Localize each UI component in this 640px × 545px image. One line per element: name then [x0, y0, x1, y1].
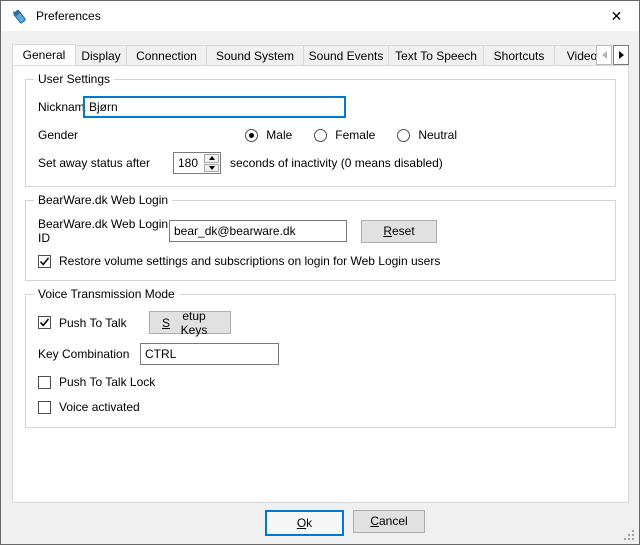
tab-text-to-speech-label: Text To Speech — [395, 49, 477, 63]
push-to-talk-checkbox[interactable] — [38, 316, 51, 329]
cancel-button-label: ancel — [379, 514, 408, 528]
push-to-talk-lock-checkbox[interactable] — [38, 376, 51, 389]
restore-settings-label[interactable]: Restore volume settings and subscription… — [59, 254, 440, 268]
scroll-left-icon — [602, 51, 607, 59]
tab-scroller — [596, 45, 629, 65]
away-seconds-spinner[interactable]: 180 — [173, 152, 221, 174]
close-icon[interactable]: ✕ — [594, 1, 639, 31]
reset-button-mnemonic: R — [383, 224, 392, 238]
resize-grip[interactable] — [623, 528, 636, 541]
tab-text-to-speech[interactable]: Text To Speech — [389, 45, 484, 66]
reset-button-label: eset — [392, 224, 415, 238]
push-to-talk-lock-row: Push To Talk Lock — [38, 374, 603, 390]
teamtalk-app-icon — [11, 8, 28, 25]
tab-scroll-left-button — [596, 45, 612, 65]
tab-general[interactable]: General — [12, 44, 76, 66]
male-radio[interactable] — [245, 129, 258, 142]
key-combination-input[interactable] — [140, 343, 279, 365]
scroll-right-icon — [619, 51, 624, 59]
tab-sound-events-label: Sound Events — [309, 49, 384, 63]
gender-option-male[interactable]: Male — [245, 128, 292, 142]
arrow-down-icon — [209, 166, 215, 170]
voice-activated-row: Voice activated — [38, 399, 603, 415]
tab-general-label: General — [23, 48, 66, 62]
voice-transmission-group-title: Voice Transmission Mode — [34, 287, 179, 301]
key-combination-label: Key Combination — [38, 347, 140, 361]
nickname-row: Nickname — [38, 96, 603, 118]
gender-option-female[interactable]: Female — [314, 128, 375, 142]
push-to-talk-label[interactable]: Push To Talk — [59, 316, 141, 330]
preferences-dialog: Preferences ✕ General Display Connection… — [0, 0, 640, 545]
gender-row: Gender Male Female Neutral — [38, 127, 603, 143]
web-login-group: BearWare.dk Web Login BearWare.dk Web Lo… — [25, 200, 616, 281]
tab-strip: General Display Connection Sound System … — [12, 44, 629, 66]
tab-sound-system-label: Sound System — [216, 49, 294, 63]
cancel-button[interactable]: Cancel — [353, 510, 425, 533]
tab-shortcuts-label: Shortcuts — [494, 49, 545, 63]
user-settings-group-title: User Settings — [34, 72, 114, 86]
female-radio-label[interactable]: Female — [335, 128, 375, 142]
window-title: Preferences — [36, 9, 101, 23]
web-login-group-title: BearWare.dk Web Login — [34, 193, 172, 207]
restore-settings-row: Restore volume settings and subscription… — [38, 254, 603, 268]
general-tab-pane: User Settings Nickname Gender Male Femal… — [12, 65, 629, 503]
tabbar: General Display Connection Sound System … — [12, 44, 629, 66]
resize-grip-dots — [624, 538, 626, 540]
voice-transmission-group: Voice Transmission Mode Push To Talk Set… — [25, 294, 616, 428]
key-combination-row: Key Combination — [38, 343, 603, 365]
dialog-footer: Ok Cancel — [1, 501, 640, 544]
restore-settings-checkbox[interactable] — [38, 255, 51, 268]
neutral-radio[interactable] — [397, 129, 410, 142]
ok-button[interactable]: Ok — [265, 510, 344, 536]
setup-keys-label: etup Keys — [170, 309, 218, 337]
tab-shortcuts[interactable]: Shortcuts — [484, 45, 555, 66]
tab-connection[interactable]: Connection — [127, 45, 207, 66]
cancel-button-mnemonic: C — [370, 514, 379, 528]
voice-activated-label[interactable]: Voice activated — [59, 400, 140, 414]
gender-option-neutral[interactable]: Neutral — [397, 128, 457, 142]
check-icon — [39, 317, 50, 328]
ok-button-mnemonic: O — [297, 516, 306, 530]
arrow-up-icon — [209, 156, 215, 160]
push-to-talk-row: Push To Talk Setup Keys — [38, 311, 603, 334]
away-seconds-value[interactable]: 180 — [174, 153, 204, 173]
nickname-label: Nickname — [38, 100, 83, 114]
spinner-down-button[interactable] — [204, 164, 219, 173]
nickname-input[interactable] — [83, 96, 346, 118]
away-status-label: Set away status after — [38, 156, 173, 170]
neutral-radio-label[interactable]: Neutral — [418, 128, 457, 142]
tab-scroll-right-button[interactable] — [613, 45, 629, 65]
tab-sound-events[interactable]: Sound Events — [304, 45, 389, 66]
female-radio[interactable] — [314, 129, 327, 142]
user-settings-group: User Settings Nickname Gender Male Femal… — [25, 79, 616, 187]
spinner-up-button[interactable] — [204, 154, 219, 163]
check-icon — [39, 256, 50, 267]
voice-activated-checkbox[interactable] — [38, 401, 51, 414]
web-login-id-input[interactable] — [169, 220, 347, 242]
push-to-talk-lock-label[interactable]: Push To Talk Lock — [59, 375, 155, 389]
male-radio-label[interactable]: Male — [266, 128, 292, 142]
reset-button[interactable]: Reset — [361, 220, 437, 243]
titlebar: Preferences ✕ — [1, 1, 639, 31]
spinner-buttons — [204, 154, 219, 172]
ok-button-label: k — [306, 516, 312, 530]
web-login-id-label: BearWare.dk Web Login ID — [38, 217, 169, 245]
setup-keys-button[interactable]: Setup Keys — [149, 311, 231, 334]
tab-video-label: Video — [567, 49, 597, 63]
gender-label: Gender — [38, 128, 78, 142]
gender-options: Male Female Neutral — [245, 128, 457, 142]
away-status-suffix: seconds of inactivity (0 means disabled) — [230, 156, 443, 170]
tab-connection-label: Connection — [136, 49, 197, 63]
web-login-id-row: BearWare.dk Web Login ID Reset — [38, 217, 603, 245]
tab-sound-system[interactable]: Sound System — [207, 45, 304, 66]
tab-display[interactable]: Display — [76, 45, 127, 66]
setup-keys-mnemonic: S — [162, 316, 170, 330]
away-status-row: Set away status after 180 seconds of ina… — [38, 152, 603, 174]
tab-display-label: Display — [81, 49, 120, 63]
